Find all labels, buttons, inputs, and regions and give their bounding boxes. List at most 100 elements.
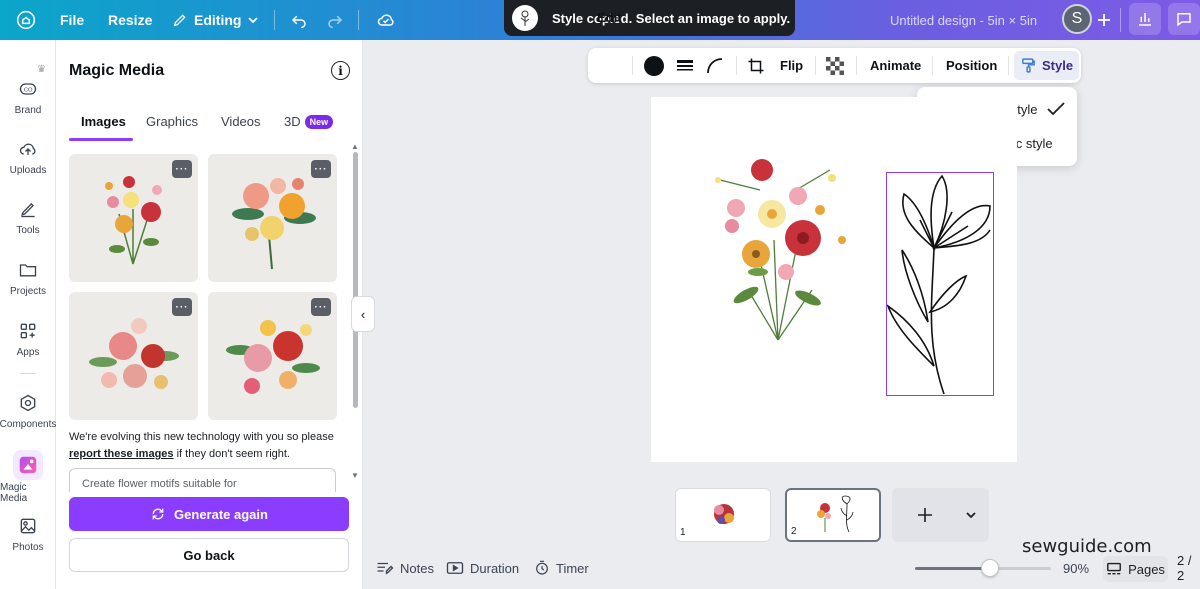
bar-chart-icon — [1139, 13, 1151, 26]
tab-images[interactable]: Images — [81, 114, 126, 129]
position-button[interactable]: Position — [946, 48, 997, 83]
rail-item-apps[interactable]: Apps — [0, 320, 56, 358]
feedback-notice: We're evolving this new technology with … — [69, 429, 349, 463]
generated-image-4[interactable]: ··· — [208, 292, 337, 420]
embroidered-bouquet-element[interactable] — [700, 150, 860, 345]
rail-item-projects[interactable]: Projects — [0, 259, 56, 297]
color-swatch-icon — [644, 55, 664, 76]
go-back-button[interactable]: Go back — [69, 538, 349, 572]
rail-item-uploads[interactable]: Uploads — [0, 138, 56, 176]
new-badge: New — [304, 115, 334, 129]
report-images-link[interactable]: report these images — [69, 448, 174, 460]
pages-label: Pages — [1128, 561, 1165, 577]
rail-item-label: Magic Media — [0, 482, 28, 504]
redo-button[interactable] — [326, 0, 344, 40]
bottom-bar: Notes Duration Timer 90% 2 / 2 — [363, 553, 1200, 583]
rail-item-photos[interactable]: Photos — [0, 515, 56, 553]
crop-button[interactable] — [747, 48, 765, 83]
selection-outline — [886, 172, 994, 396]
more-options-icon[interactable]: ··· — [311, 298, 331, 316]
scroll-down-icon[interactable]: ▼ — [351, 471, 359, 480]
insights-button[interactable] — [1129, 3, 1161, 35]
brand-icon: CO — [17, 78, 39, 100]
zoom-level[interactable]: 90% — [1063, 555, 1089, 581]
page-count: 2 / 2 — [1177, 553, 1192, 583]
notes-button[interactable]: Notes — [376, 555, 434, 581]
duration-label: Duration — [470, 560, 520, 576]
svg-text:CO: CO — [24, 88, 33, 94]
divider — [856, 56, 857, 75]
divider — [1120, 8, 1121, 32]
avatar[interactable]: S — [1062, 4, 1092, 34]
crop-icon — [748, 58, 764, 73]
zoom-slider-handle[interactable] — [980, 559, 999, 577]
border-style-button[interactable] — [676, 48, 694, 83]
rail-item-magic-media[interactable]: Magic Media — [0, 450, 56, 504]
generate-again-button[interactable]: Generate again — [69, 497, 349, 531]
toast-notification: Style copied. Select an image to apply. — [504, 0, 795, 36]
toast-text: Style copied. Select an image to apply. — [552, 10, 791, 26]
editing-mode-button[interactable]: Editing — [172, 0, 259, 40]
scroll-up-icon[interactable]: ▲ — [351, 142, 359, 151]
page-number: 2 — [791, 526, 797, 537]
animate-button[interactable]: Animate — [870, 48, 921, 83]
info-icon[interactable]: i — [331, 61, 350, 80]
add-collaborator-button[interactable] — [1096, 0, 1112, 40]
page-options-button[interactable] — [962, 506, 980, 524]
divider — [632, 56, 633, 75]
zoom-slider-fill — [915, 567, 990, 570]
tab-graphics[interactable]: Graphics — [146, 114, 198, 129]
cloud-check-icon — [377, 14, 394, 26]
checkmark-icon — [1047, 102, 1066, 116]
resize-button[interactable]: Resize — [108, 0, 152, 40]
more-options-icon[interactable]: ··· — [172, 298, 192, 316]
corner-rounding-button[interactable] — [706, 48, 724, 83]
style-button[interactable]: Style — [1020, 48, 1073, 83]
generate-again-label: Generate again — [174, 506, 268, 522]
timer-label: Timer — [556, 560, 589, 576]
redo-icon — [328, 15, 343, 29]
watermark-text: sewguide.com — [1022, 536, 1152, 557]
rail-item-tools[interactable]: Tools — [0, 198, 56, 236]
rail-item-brand[interactable]: CO Brand — [0, 78, 56, 116]
page-1-preview — [697, 492, 751, 536]
rail-item-components[interactable]: Components — [0, 392, 56, 430]
divider — [736, 56, 737, 75]
comments-button[interactable] — [1168, 3, 1200, 35]
style-label: Style — [1042, 58, 1074, 73]
divider — [20, 373, 36, 374]
page-number: 1 — [680, 527, 686, 538]
generated-image-1[interactable]: ··· — [69, 154, 198, 282]
pages-button[interactable]: Pages — [1103, 556, 1168, 582]
collapse-panel-button[interactable]: ‹ — [351, 296, 375, 332]
edit-button[interactable]: Edit — [597, 0, 622, 35]
magic-media-panel: Magic Media i Images Graphics Videos 3D N… — [56, 40, 363, 589]
panel-scrollbar[interactable] — [353, 152, 358, 408]
regenerate-icon — [152, 508, 164, 520]
add-page-button[interactable] — [914, 504, 936, 526]
rail-item-label: Projects — [9, 286, 47, 297]
timer-button[interactable]: Timer — [534, 555, 589, 581]
page-thumbnail-2[interactable]: 2 — [785, 488, 881, 542]
generated-image-2[interactable]: ··· — [208, 154, 337, 282]
cloud-save-status[interactable] — [376, 0, 396, 40]
flip-button[interactable]: Flip — [780, 48, 803, 83]
transparency-button[interactable] — [826, 48, 844, 83]
duration-button[interactable]: Duration — [446, 555, 519, 581]
home-button[interactable] — [14, 8, 38, 32]
border-lines-icon — [677, 59, 693, 70]
file-menu[interactable]: File — [60, 0, 84, 40]
more-options-icon[interactable]: ··· — [172, 160, 192, 178]
design-title[interactable]: Untitled design - 5in × 5in — [890, 0, 1037, 40]
rail-item-label: Brand — [14, 105, 42, 116]
color-swatch-button[interactable] — [644, 48, 664, 83]
prompt-input[interactable]: Create flower motifs suitable for — [69, 468, 336, 492]
tab-videos[interactable]: Videos — [221, 114, 261, 129]
generated-image-3[interactable]: ··· — [69, 292, 198, 420]
panel-title: Magic Media — [69, 62, 165, 79]
more-options-icon[interactable]: ··· — [311, 160, 331, 178]
tab-3d[interactable]: 3D New — [284, 114, 334, 129]
page-thumbnail-1[interactable]: 1 — [675, 488, 771, 542]
divider — [274, 10, 275, 30]
undo-button[interactable] — [290, 0, 308, 40]
